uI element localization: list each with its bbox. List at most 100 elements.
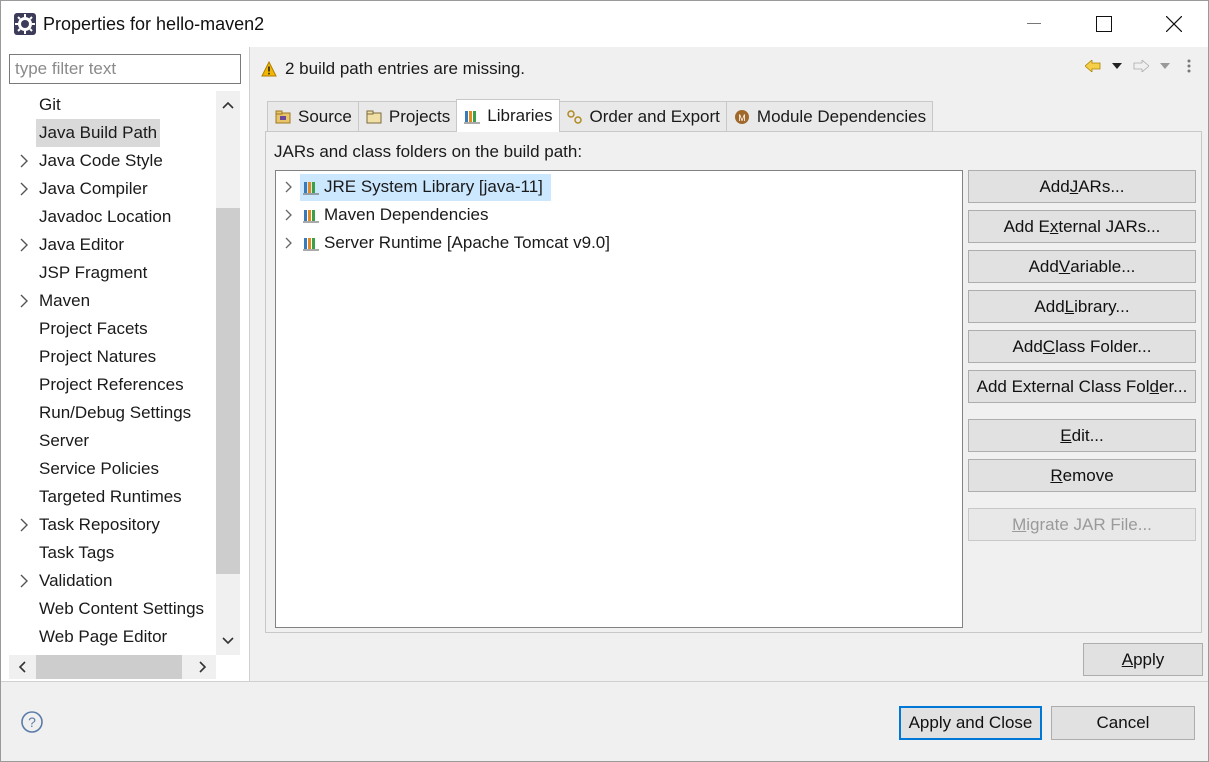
add-variable-button[interactable]: Add Variable... (968, 250, 1196, 283)
sidebar-item-label: Server (39, 431, 90, 450)
chevron-right-icon[interactable] (282, 201, 296, 229)
sidebar-item-label: Git (39, 95, 61, 114)
scroll-right-button[interactable] (190, 655, 216, 679)
tab-label: Source (298, 107, 352, 126)
preference-nav-pane: Git Java Build Path Java Code Style Java Co… (1, 47, 250, 681)
edit-button[interactable]: Edit... (968, 419, 1196, 452)
sidebar-item-javadoc-location[interactable]: Javadoc Location (9, 203, 215, 231)
status-message: 2 build path entries are missing. (261, 57, 525, 81)
sidebar-item-java-build-path[interactable]: Java Build Path (9, 119, 215, 147)
library-entry[interactable]: Server Runtime [Apache Tomcat v9.0] (276, 229, 962, 257)
sidebar-item-java-compiler[interactable]: Java Compiler (9, 175, 215, 203)
sidebar-item-maven[interactable]: Maven (9, 287, 215, 315)
horizontal-scrollbar[interactable] (9, 655, 216, 679)
vertical-scrollbar[interactable] (216, 91, 240, 655)
sidebar-item-label: Javadoc Location (39, 207, 172, 226)
sidebar-item-service-policies[interactable]: Service Policies (9, 455, 215, 483)
sidebar-item-java-code-style[interactable]: Java Code Style (9, 147, 215, 175)
scroll-down-button[interactable] (216, 627, 240, 655)
back-arrow-icon (1085, 60, 1101, 72)
sidebar-item-task-tags[interactable]: Task Tags (9, 539, 215, 567)
java-build-path-page: 2 build path entries are missing. Source… (251, 47, 1208, 681)
forward-arrow-icon (1133, 60, 1149, 72)
chevron-right-icon[interactable] (17, 287, 31, 315)
tab-label: Module Dependencies (756, 107, 927, 126)
chevron-down-icon (222, 637, 234, 645)
library-entry[interactable]: JRE System Library [java-11] (276, 173, 962, 201)
scroll-up-button[interactable] (216, 91, 240, 119)
sidebar-item-server[interactable]: Server (9, 427, 215, 455)
tab-projects[interactable]: Projects (357, 101, 458, 132)
svg-text:M: M (738, 113, 746, 123)
build-path-tabs: Source Projects Libraries Order and Export M… (267, 99, 934, 132)
sidebar-item-project-references[interactable]: Project References (9, 371, 215, 399)
apply-button[interactable]: Apply (1083, 643, 1203, 676)
sidebar-item-label: Run/Debug Settings (39, 403, 192, 422)
add-external-jars-button[interactable]: Add Ex ternal JARs... (968, 210, 1196, 243)
chevron-right-icon[interactable] (282, 173, 296, 201)
chevron-right-icon[interactable] (17, 511, 31, 539)
maximize-button[interactable] (1069, 1, 1139, 47)
chevron-right-icon[interactable] (17, 147, 31, 175)
chevron-right-icon[interactable] (17, 231, 31, 259)
chevron-right-icon (199, 661, 207, 673)
scroll-left-button[interactable] (9, 655, 35, 679)
tab-source[interactable]: Source (267, 101, 359, 132)
library-icon (303, 182, 319, 195)
chevron-up-icon (222, 101, 234, 109)
preference-tree: Git Java Build Path Java Code Style Java Co… (9, 91, 215, 651)
horizontal-scroll-thumb[interactable] (36, 655, 182, 679)
sidebar-item-task-repository[interactable]: Task Repository (9, 511, 215, 539)
chevron-right-icon[interactable] (282, 229, 296, 257)
minimize-button[interactable] (999, 1, 1069, 47)
sidebar-item-label: Targeted Runtimes (39, 487, 182, 506)
remove-button[interactable]: Remove (968, 459, 1196, 492)
chevron-right-icon[interactable] (17, 567, 31, 595)
sidebar-item-project-natures[interactable]: Project Natures (9, 343, 215, 371)
source-folder-icon (274, 108, 292, 126)
sidebar-item-label: Web Content Settings (39, 599, 205, 618)
sidebar-item-web-content-settings[interactable]: Web Content Settings (9, 595, 215, 623)
chevron-right-icon[interactable] (17, 175, 31, 203)
library-entry-label: Maven Dependencies (324, 205, 489, 224)
apply-and-close-button[interactable]: Apply and Close (899, 706, 1042, 740)
filter-input[interactable] (9, 54, 241, 84)
help-icon[interactable]: ? (20, 710, 44, 734)
add-external-class-folder-button[interactable]: Add External Class Fol d er... (968, 370, 1196, 403)
sidebar-item-java-editor[interactable]: Java Editor (9, 231, 215, 259)
sidebar-item-label: Maven (39, 291, 91, 310)
sidebar-item-project-facets[interactable]: Project Facets (9, 315, 215, 343)
tab-order-and-export[interactable]: Order and Export (558, 101, 727, 132)
vertical-scroll-thumb[interactable] (216, 208, 240, 574)
sidebar-item-web-page-editor[interactable]: Web Page Editor (9, 623, 215, 651)
tab-label: Libraries (487, 106, 553, 125)
page-nav-toolbar (1084, 57, 1198, 75)
sidebar-item-label: Java Code Style (39, 151, 163, 170)
properties-dialog: Properties for hello-maven2 Git Java Buil… (0, 0, 1209, 762)
sidebar-item-jsp-fragment[interactable]: JSP Fragment (9, 259, 215, 287)
sidebar-item-run-debug-settings[interactable]: Run/Debug Settings (9, 399, 215, 427)
libraries-tree[interactable]: JRE System Library [java-11] Maven Depend… (275, 170, 963, 628)
sidebar-item-label: Java Build Path (36, 119, 161, 147)
add-library-button[interactable]: Add Library... (968, 290, 1196, 323)
cancel-button[interactable]: Cancel (1051, 706, 1195, 740)
sidebar-item-git[interactable]: Git (9, 91, 215, 119)
sidebar-item-validation[interactable]: Validation (9, 567, 215, 595)
add-class-folder-button[interactable]: Add Class Folder... (968, 330, 1196, 363)
svg-text:?: ? (28, 714, 36, 730)
sidebar-item-label: Project Natures (39, 347, 157, 366)
minimize-icon (1027, 23, 1041, 24)
dropdown-arrow-icon (1112, 63, 1122, 69)
title-bar: Properties for hello-maven2 (1, 1, 1208, 47)
sidebar-item-targeted-runtimes[interactable]: Targeted Runtimes (9, 483, 215, 511)
back-button[interactable] (1084, 57, 1102, 75)
close-button[interactable] (1139, 1, 1209, 47)
view-menu-button[interactable] (1180, 57, 1198, 75)
sidebar-item-label: Validation (39, 571, 113, 590)
tab-libraries[interactable]: Libraries (456, 99, 560, 132)
add-jars-button[interactable]: Add J ARs... (968, 170, 1196, 203)
libraries-label: JARs and class folders on the build path… (274, 142, 583, 161)
library-entry[interactable]: Maven Dependencies (276, 201, 962, 229)
tab-module-dependencies[interactable]: M Module Dependencies (725, 101, 934, 132)
back-menu-button[interactable] (1108, 57, 1126, 75)
